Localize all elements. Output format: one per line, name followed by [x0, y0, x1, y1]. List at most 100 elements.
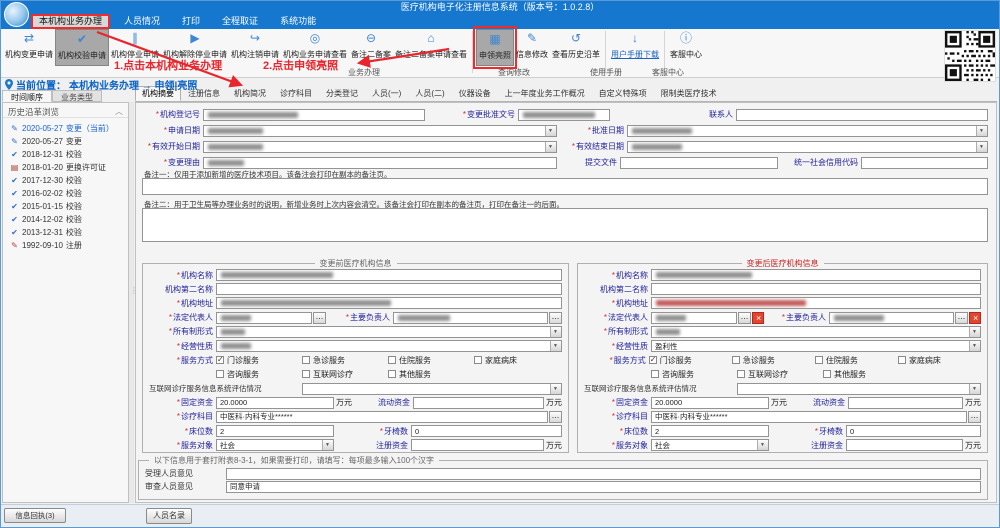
regfund-field[interactable] — [411, 439, 544, 451]
history-item[interactable]: 2016-02-02校验 — [3, 187, 128, 200]
ownership-field[interactable] — [216, 326, 562, 338]
acceptor-opinion-field[interactable] — [226, 468, 981, 480]
history-item[interactable]: 2020-05-27变更 — [3, 135, 128, 148]
person-list-button[interactable]: 人员名录 — [146, 508, 192, 524]
checkbox-icon[interactable] — [815, 356, 823, 364]
toolbar-button-note2-filing-view[interactable]: 备注二备案申请查看 — [393, 29, 469, 66]
org-addr-field[interactable] — [216, 297, 562, 309]
reg-no-field[interactable] — [203, 109, 425, 121]
collapse-icon[interactable]: ︿ — [115, 106, 123, 117]
dropdown-icon[interactable] — [550, 327, 561, 337]
tab-restricted-tech[interactable]: 限制类医疗技术 — [654, 86, 724, 101]
checkbox-icon[interactable] — [474, 356, 482, 364]
target-field[interactable]: 社会 — [216, 439, 334, 451]
checkbox-icon[interactable] — [732, 356, 740, 364]
tab-business-type[interactable]: 业务类型 — [52, 90, 102, 102]
checkbox-icon[interactable] — [651, 370, 659, 378]
approve-date-field[interactable] — [627, 125, 988, 137]
second-name-field[interactable] — [216, 283, 562, 295]
chairs-field[interactable]: 0 — [411, 425, 562, 437]
tab-last-year-overview[interactable]: 上一年度业务工作概况 — [498, 86, 592, 101]
service-option[interactable]: 家庭病床 — [898, 355, 981, 366]
toolbar-button-org-verify-apply[interactable]: 机构校验申请 — [55, 29, 109, 66]
tab-personnel-2[interactable]: 人员(二) — [408, 86, 451, 101]
principal-field[interactable] — [829, 312, 954, 324]
ellipsis-button[interactable] — [738, 312, 751, 324]
legal-rep-field[interactable] — [651, 312, 737, 324]
service-option[interactable]: 住院服务 — [388, 355, 474, 366]
toolbar-button-info-modify[interactable]: 信息修改 — [514, 29, 550, 66]
history-item[interactable]: 2018-01-20更换许可证 — [3, 161, 128, 174]
beds-field[interactable]: 2 — [216, 425, 334, 437]
dropdown-icon[interactable] — [545, 142, 556, 152]
reviewer-opinion-field[interactable]: 同意申请 — [226, 481, 981, 493]
fixed-fund-field[interactable]: 20.0000 — [651, 397, 769, 409]
tab-time-order[interactable]: 时间顺序 — [2, 90, 52, 102]
nature-field[interactable] — [216, 340, 562, 352]
toolbar-button-history-view[interactable]: 查看历史沿革 — [550, 29, 602, 66]
service-option[interactable]: 其他服务 — [388, 369, 474, 380]
tab-personnel-1[interactable]: 人员(一) — [365, 86, 408, 101]
tab-custom-items[interactable]: 自定义特殊项 — [592, 86, 654, 101]
service-option[interactable]: 互联网诊疗 — [737, 369, 823, 380]
tab-clinical-subjects[interactable]: 诊疗科目 — [273, 86, 319, 101]
approval-no-field[interactable] — [518, 109, 610, 121]
dropdown-icon[interactable] — [550, 341, 561, 351]
beds-field[interactable]: 2 — [651, 425, 769, 437]
service-option[interactable]: 住院服务 — [815, 355, 898, 366]
dropdown-icon[interactable] — [757, 440, 768, 450]
checkbox-icon[interactable] — [388, 370, 396, 378]
target-field[interactable]: 社会 — [651, 439, 769, 451]
history-item[interactable]: 2014-12-02校验 — [3, 213, 128, 226]
dropdown-icon[interactable] — [976, 126, 987, 136]
internet-eval-field[interactable] — [302, 383, 562, 395]
ellipsis-button[interactable] — [549, 411, 562, 423]
menu-item-print[interactable]: 打印 — [174, 15, 208, 28]
sidebar-splitter[interactable] — [129, 102, 134, 503]
checkbox-icon[interactable] — [388, 356, 396, 364]
history-item[interactable]: 2017-12-30校验 — [3, 174, 128, 187]
service-option[interactable]: 门诊服务 — [216, 355, 302, 366]
checkbox-icon[interactable] — [898, 356, 906, 364]
history-item[interactable]: 1992-09-10注册 — [3, 239, 128, 252]
service-option[interactable]: 互联网诊疗 — [302, 369, 388, 380]
dropdown-icon[interactable] — [545, 126, 556, 136]
checkbox-icon[interactable] — [302, 370, 310, 378]
chairs-field[interactable]: 0 — [846, 425, 981, 437]
service-option[interactable]: 咨询服务 — [651, 369, 737, 380]
note2-textarea[interactable] — [142, 208, 988, 242]
history-item[interactable]: 2020-05-27变更（当前） — [3, 122, 128, 135]
liquid-fund-field[interactable] — [848, 397, 963, 409]
service-option[interactable]: 咨询服务 — [216, 369, 302, 380]
org-name-field[interactable] — [651, 269, 981, 281]
toolbar-button-org-change-apply[interactable]: 机构变更申请 — [3, 29, 55, 66]
note1-textarea[interactable] — [142, 178, 988, 195]
menu-item-evidence[interactable]: 全程取证 — [214, 15, 266, 28]
ownership-field[interactable] — [651, 326, 981, 338]
menu-item-system[interactable]: 系统功能 — [272, 15, 324, 28]
history-item[interactable]: 2018-12-31校验 — [3, 148, 128, 161]
dropdown-icon[interactable] — [976, 142, 987, 152]
apply-date-field[interactable] — [203, 125, 557, 137]
dropdown-icon[interactable] — [969, 341, 980, 351]
toolbar-button-note2-filing[interactable]: 备注二备案 — [349, 29, 393, 66]
liquid-fund-field[interactable] — [413, 397, 544, 409]
menu-item-org-business[interactable]: 本机构业务办理 — [31, 14, 110, 29]
dropdown-icon[interactable] — [550, 384, 561, 394]
menu-item-personnel[interactable]: 人员情况 — [116, 15, 168, 28]
checkbox-icon[interactable] — [823, 370, 831, 378]
tab-equipment[interactable]: 仪器设备 — [452, 86, 498, 101]
checkbox-checked-icon[interactable] — [649, 356, 657, 364]
ellipsis-button[interactable] — [955, 312, 968, 324]
contact-field[interactable] — [736, 109, 988, 121]
subjects-field[interactable]: 中医科·内科专业****** — [651, 411, 967, 423]
reason-field[interactable] — [203, 157, 557, 169]
toolbar-button-license-claim[interactable]: 申领亮照 — [476, 29, 514, 66]
dropdown-icon[interactable] — [322, 440, 333, 450]
clear-button[interactable] — [969, 312, 981, 324]
history-item[interactable]: 2015-01-15校验 — [3, 200, 128, 213]
info-receipt-button[interactable]: 信息回执(3) — [4, 508, 66, 523]
checkbox-icon[interactable] — [302, 356, 310, 364]
dropdown-icon[interactable] — [969, 384, 980, 394]
clear-button[interactable] — [752, 312, 764, 324]
